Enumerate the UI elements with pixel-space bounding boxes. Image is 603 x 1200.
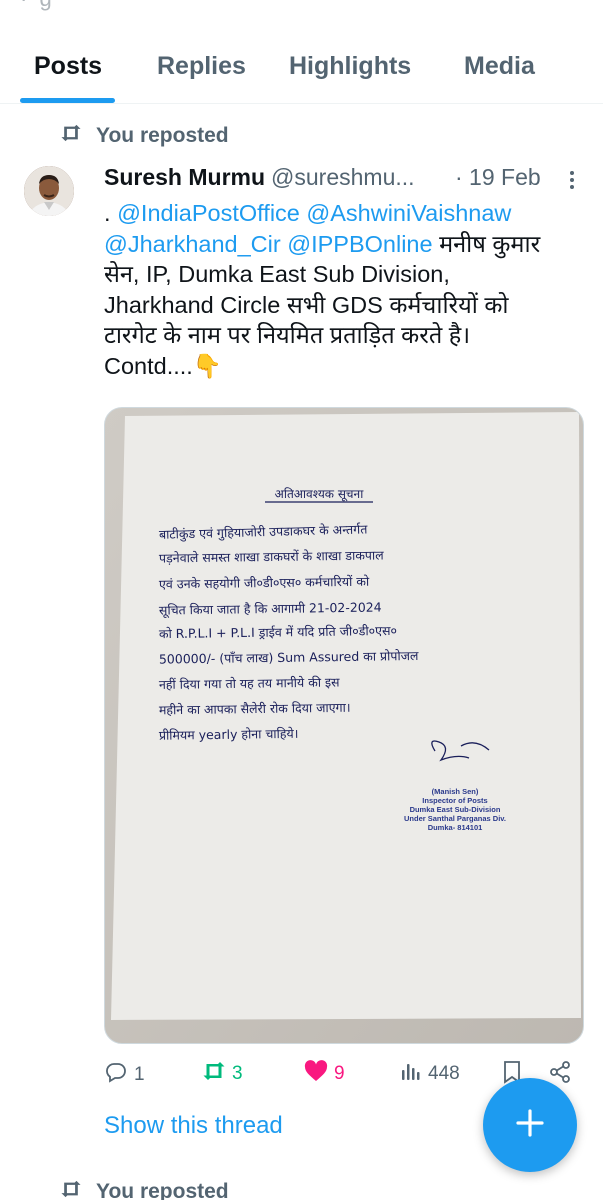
views-icon: [400, 1060, 422, 1088]
letter-line: महीने का आपका सैलेरी रोक दिया जाएगा।: [159, 700, 351, 718]
compose-button[interactable]: [483, 1078, 577, 1172]
show-thread-link[interactable]: Show this thread: [104, 1112, 283, 1140]
previous-content-edge: · g: [0, 0, 603, 14]
tweet-text: . @IndiaPostOffice @AshwiniVaishnaw @Jhar…: [104, 198, 584, 382]
reply-count: 1: [134, 1064, 145, 1085]
tweet-text-segment: .: [104, 200, 118, 226]
stamp-line: Under Santhal Parganas Div.: [404, 814, 506, 823]
stamp-line: Dumka East Sub-Division: [410, 805, 501, 814]
repost-label: You reposted: [96, 1180, 229, 1200]
profile-tabs: Posts Replies Highlights Media: [0, 36, 603, 104]
more-options-icon[interactable]: [566, 168, 578, 194]
view-count: 448: [428, 1063, 460, 1084]
tab-highlights[interactable]: Highlights: [289, 52, 411, 81]
stamp-line: (Manish Sen): [432, 787, 479, 796]
tweet-text-segment: Jharkhand Circle सभी GDS कर्मचारियों को: [104, 291, 509, 318]
repost-icon: [60, 123, 82, 149]
mention-link[interactable]: @Jharkhand_Cir: [104, 231, 281, 257]
tweet-text-line: . @IndiaPostOffice @AshwiniVaishnaw: [104, 198, 584, 229]
like-button[interactable]: 9: [304, 1060, 345, 1088]
heart-icon: [304, 1060, 328, 1088]
letter-line: प्रीमियम yearly होना चाहिये।: [159, 726, 299, 743]
repost-context: You reposted: [60, 122, 229, 150]
tweet-text-line: Jharkhand Circle सभी GDS कर्मचारियों को: [104, 290, 584, 321]
plus-icon: [515, 1108, 545, 1143]
repost-icon: [202, 1060, 226, 1088]
repost-button[interactable]: 3: [202, 1060, 243, 1088]
tab-posts[interactable]: Posts: [34, 52, 102, 81]
mention-link[interactable]: @AshwiniVaishnaw: [306, 200, 511, 226]
tweet-text-line: टारगेट के नाम पर नियमित प्रताड़ित करते ह…: [104, 320, 584, 351]
tweet-media-image[interactable]: अतिआवश्यक सूचना बाटीकुंड एवं गुहियाजोरी …: [104, 407, 584, 1044]
tweet-text-segment: सेन, IP, Dumka East Sub Division,: [104, 261, 450, 288]
repost-count: 3: [232, 1063, 243, 1084]
letter-line: नहीं दिया गया तो यह तय मानीये की इस: [159, 674, 340, 692]
tweet-header: Suresh Murmu @sureshmu... · 19 Feb: [104, 164, 584, 196]
author-avatar[interactable]: [24, 166, 74, 216]
tweet-date[interactable]: · 19 Feb: [455, 164, 541, 191]
stamp-line: Dumka- 814101: [428, 823, 483, 832]
tweet-text-line: सेन, IP, Dumka East Sub Division,: [104, 259, 584, 290]
next-repost-context: You reposted: [60, 1178, 229, 1200]
active-tab-indicator: [20, 98, 115, 103]
like-count: 9: [334, 1063, 345, 1084]
tweet-text-segment: Contd....👇: [104, 352, 223, 379]
tab-replies[interactable]: Replies: [157, 52, 246, 81]
stamp-line: Inspector of Posts: [422, 796, 487, 805]
letter-line: पड़नेवाले समस्त शाखा डाकघरों के शाखा डाक…: [159, 547, 384, 565]
author-name[interactable]: Suresh Murmu: [104, 164, 265, 190]
tab-media[interactable]: Media: [464, 52, 535, 81]
tweet-text-line: Contd....👇: [104, 351, 584, 382]
mention-link[interactable]: @IPPBOnline: [287, 231, 432, 257]
repost-label: You reposted: [96, 124, 229, 147]
mention-link[interactable]: @IndiaPostOffice: [117, 200, 300, 226]
views-button[interactable]: 448: [400, 1060, 460, 1088]
tweet-text-segment: टारगेट के नाम पर नियमित प्रताड़ित करते ह…: [104, 322, 471, 349]
letter-title: अतिआवश्यक सूचना: [275, 487, 365, 502]
tweet-text-line: @Jharkhand_Cir @IPPBOnline मनीष कुमार: [104, 229, 584, 260]
author-handle[interactable]: @sureshmu...: [271, 164, 415, 190]
letter-line: एवं उनके सहयोगी जी०डी०एस० कर्मचारियों को: [159, 574, 370, 592]
tweet-text-segment: मनीष कुमार: [432, 230, 541, 257]
repost-icon: [60, 1179, 82, 1200]
reply-icon: [104, 1060, 128, 1090]
reply-button[interactable]: 1: [104, 1060, 145, 1090]
